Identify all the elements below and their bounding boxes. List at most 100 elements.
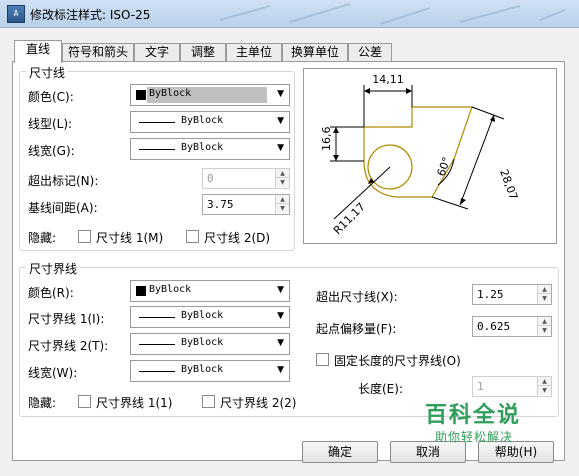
- preview-dim-radius: R11,17: [331, 200, 368, 237]
- spin-up-icon[interactable]: ▲: [538, 377, 551, 386]
- extend-beyond-spinner[interactable]: 1.25 ▲ ▼: [472, 284, 552, 305]
- spinner-value: 3.75: [207, 198, 234, 211]
- spin-up-icon[interactable]: ▲: [538, 317, 551, 326]
- tab-tolerances[interactable]: 公差: [348, 43, 392, 62]
- extend-ticks-label: 超出标记(N):: [28, 174, 99, 188]
- suppress-extline-1-checkbox[interactable]: [78, 395, 91, 408]
- tab-panel-lines: 尺寸线 颜色(C): ByBlock ▼ 线型(L): ByBlock ▼ 线宽…: [12, 61, 565, 461]
- spinner-value: 0.625: [477, 320, 511, 333]
- line-sample: [139, 371, 175, 372]
- spin-down-icon[interactable]: ▼: [276, 204, 289, 213]
- suppress-dimline-1-label[interactable]: 尺寸线 1(M): [96, 229, 163, 246]
- preview-dim-right: 28,07: [497, 168, 520, 202]
- extend-beyond-label: 超出尺寸线(X):: [316, 290, 398, 304]
- ok-button[interactable]: 确定: [302, 441, 378, 463]
- color-label: 颜色(C):: [28, 90, 74, 104]
- suppress-label: 隐藏:: [28, 231, 57, 245]
- spin-up-icon[interactable]: ▲: [276, 169, 289, 178]
- suppress-extline-2-label[interactable]: 尺寸界线 2(2): [220, 394, 296, 411]
- baseline-spacing-spinner[interactable]: 3.75 ▲ ▼: [202, 194, 290, 215]
- extline-linetype-1-dropdown[interactable]: ByBlock ▼: [130, 306, 290, 328]
- tab-alternate-units[interactable]: 换算单位: [282, 43, 348, 62]
- offset-label: 起点偏移量(F):: [316, 322, 397, 336]
- spinner-value: 1: [477, 380, 484, 393]
- suppress-dimline-2-label[interactable]: 尺寸线 2(D): [204, 229, 270, 246]
- suppress-extline-1-label[interactable]: 尺寸界线 1(1): [96, 394, 172, 411]
- app-icon: A: [7, 5, 25, 23]
- dropdown-value: ByBlock: [147, 87, 267, 103]
- spin-down-icon[interactable]: ▼: [538, 294, 551, 303]
- spin-up-icon[interactable]: ▲: [276, 195, 289, 204]
- spinner-buttons: ▲ ▼: [537, 377, 551, 396]
- chevron-down-icon: ▼: [277, 285, 284, 295]
- line-sample: [139, 344, 175, 345]
- preview-dim-top: 14,11: [372, 73, 404, 86]
- extend-ticks-spinner[interactable]: 0 ▲ ▼: [202, 168, 290, 189]
- ext-linetype-1-label: 尺寸界线 1(I):: [28, 312, 105, 326]
- dropdown-value: ByBlock: [181, 337, 224, 348]
- help-button[interactable]: 帮助(H): [478, 441, 554, 463]
- dimline-linetype-dropdown[interactable]: ByBlock ▼: [130, 111, 290, 133]
- title-bar[interactable]: A 修改标注样式: ISO-25: [0, 0, 579, 28]
- chevron-down-icon: ▼: [277, 311, 284, 321]
- ext-suppress-label: 隐藏:: [28, 396, 57, 410]
- dialog-client: 直线 符号和箭头 文字 调整 主单位 换算单位 公差 尺寸线 颜色(C): By…: [6, 28, 573, 470]
- spin-down-icon[interactable]: ▼: [276, 178, 289, 187]
- chevron-down-icon: ▼: [277, 338, 284, 348]
- baseline-spacing-label: 基线间距(A):: [28, 201, 98, 215]
- extline-lineweight-dropdown[interactable]: ByBlock ▼: [130, 360, 290, 382]
- length-spinner[interactable]: 1 ▲ ▼: [472, 376, 552, 397]
- line-sample: [139, 317, 175, 318]
- suppress-extline-2-checkbox[interactable]: [202, 395, 215, 408]
- dropdown-value: ByBlock: [181, 142, 224, 153]
- dropdown-value: ByBlock: [181, 115, 224, 126]
- spin-down-icon[interactable]: ▼: [538, 326, 551, 335]
- cancel-button[interactable]: 取消: [390, 441, 466, 463]
- title-background-decoration: [219, 3, 566, 25]
- preview-drawing: 14,11 16,6 28,07 60° R11,17: [320, 73, 520, 237]
- tab-text[interactable]: 文字: [134, 43, 180, 62]
- tab-primary-units[interactable]: 主单位: [226, 43, 282, 62]
- tab-lines[interactable]: 直线: [14, 40, 62, 63]
- color-label: 颜色(R):: [28, 286, 74, 300]
- color-swatch: [136, 90, 146, 100]
- spin-up-icon[interactable]: ▲: [538, 285, 551, 294]
- ext-lineweight-label: 线宽(W):: [28, 366, 78, 380]
- chevron-down-icon: ▼: [277, 143, 284, 153]
- extline-color-dropdown[interactable]: ByBlock ▼: [130, 280, 290, 302]
- spinner-value: 0: [207, 172, 214, 185]
- dimline-color-dropdown[interactable]: ByBlock ▼: [130, 84, 290, 106]
- spinner-buttons: ▲ ▼: [275, 169, 289, 188]
- spinner-buttons: ▲ ▼: [537, 285, 551, 304]
- group-title: 尺寸线: [26, 64, 69, 81]
- extline-linetype-2-dropdown[interactable]: ByBlock ▼: [130, 333, 290, 355]
- group-dimension-lines: 尺寸线 颜色(C): ByBlock ▼ 线型(L): ByBlock ▼ 线宽…: [19, 64, 295, 251]
- group-extension-lines: 尺寸界线 颜色(R): ByBlock ▼ 尺寸界线 1(I): ByBlock…: [19, 260, 559, 417]
- offset-spinner[interactable]: 0.625 ▲ ▼: [472, 316, 552, 337]
- dropdown-value: ByBlock: [181, 310, 224, 321]
- ext-linetype-2-label: 尺寸界线 2(T):: [28, 339, 109, 353]
- line-sample: [139, 122, 175, 123]
- length-label: 长度(E):: [358, 382, 403, 396]
- suppress-dimline-2-checkbox[interactable]: [186, 230, 199, 243]
- fixed-length-label[interactable]: 固定长度的尺寸界线(O): [334, 352, 461, 369]
- preview-dim-angle: 60°: [435, 155, 454, 178]
- fixed-length-checkbox[interactable]: [316, 353, 329, 366]
- lineweight-label: 线宽(G):: [28, 144, 75, 158]
- window-title: 修改标注样式: ISO-25: [30, 8, 151, 22]
- color-swatch: [136, 286, 146, 296]
- tab-fit[interactable]: 调整: [180, 43, 226, 62]
- chevron-down-icon: ▼: [277, 365, 284, 375]
- linetype-label: 线型(L):: [28, 117, 73, 131]
- chevron-down-icon: ▼: [277, 89, 284, 99]
- preview-dim-left: 16,6: [320, 127, 333, 152]
- dimline-lineweight-dropdown[interactable]: ByBlock ▼: [130, 138, 290, 160]
- spin-down-icon[interactable]: ▼: [538, 386, 551, 395]
- preview-shape-outline: [363, 106, 473, 198]
- chevron-down-icon: ▼: [277, 116, 284, 126]
- suppress-dimline-1-checkbox[interactable]: [78, 230, 91, 243]
- line-sample: [139, 149, 175, 150]
- style-preview: 14,11 16,6 28,07 60° R11,17: [303, 68, 557, 244]
- dropdown-value: ByBlock: [149, 284, 192, 295]
- tab-symbols-arrows[interactable]: 符号和箭头: [62, 43, 134, 62]
